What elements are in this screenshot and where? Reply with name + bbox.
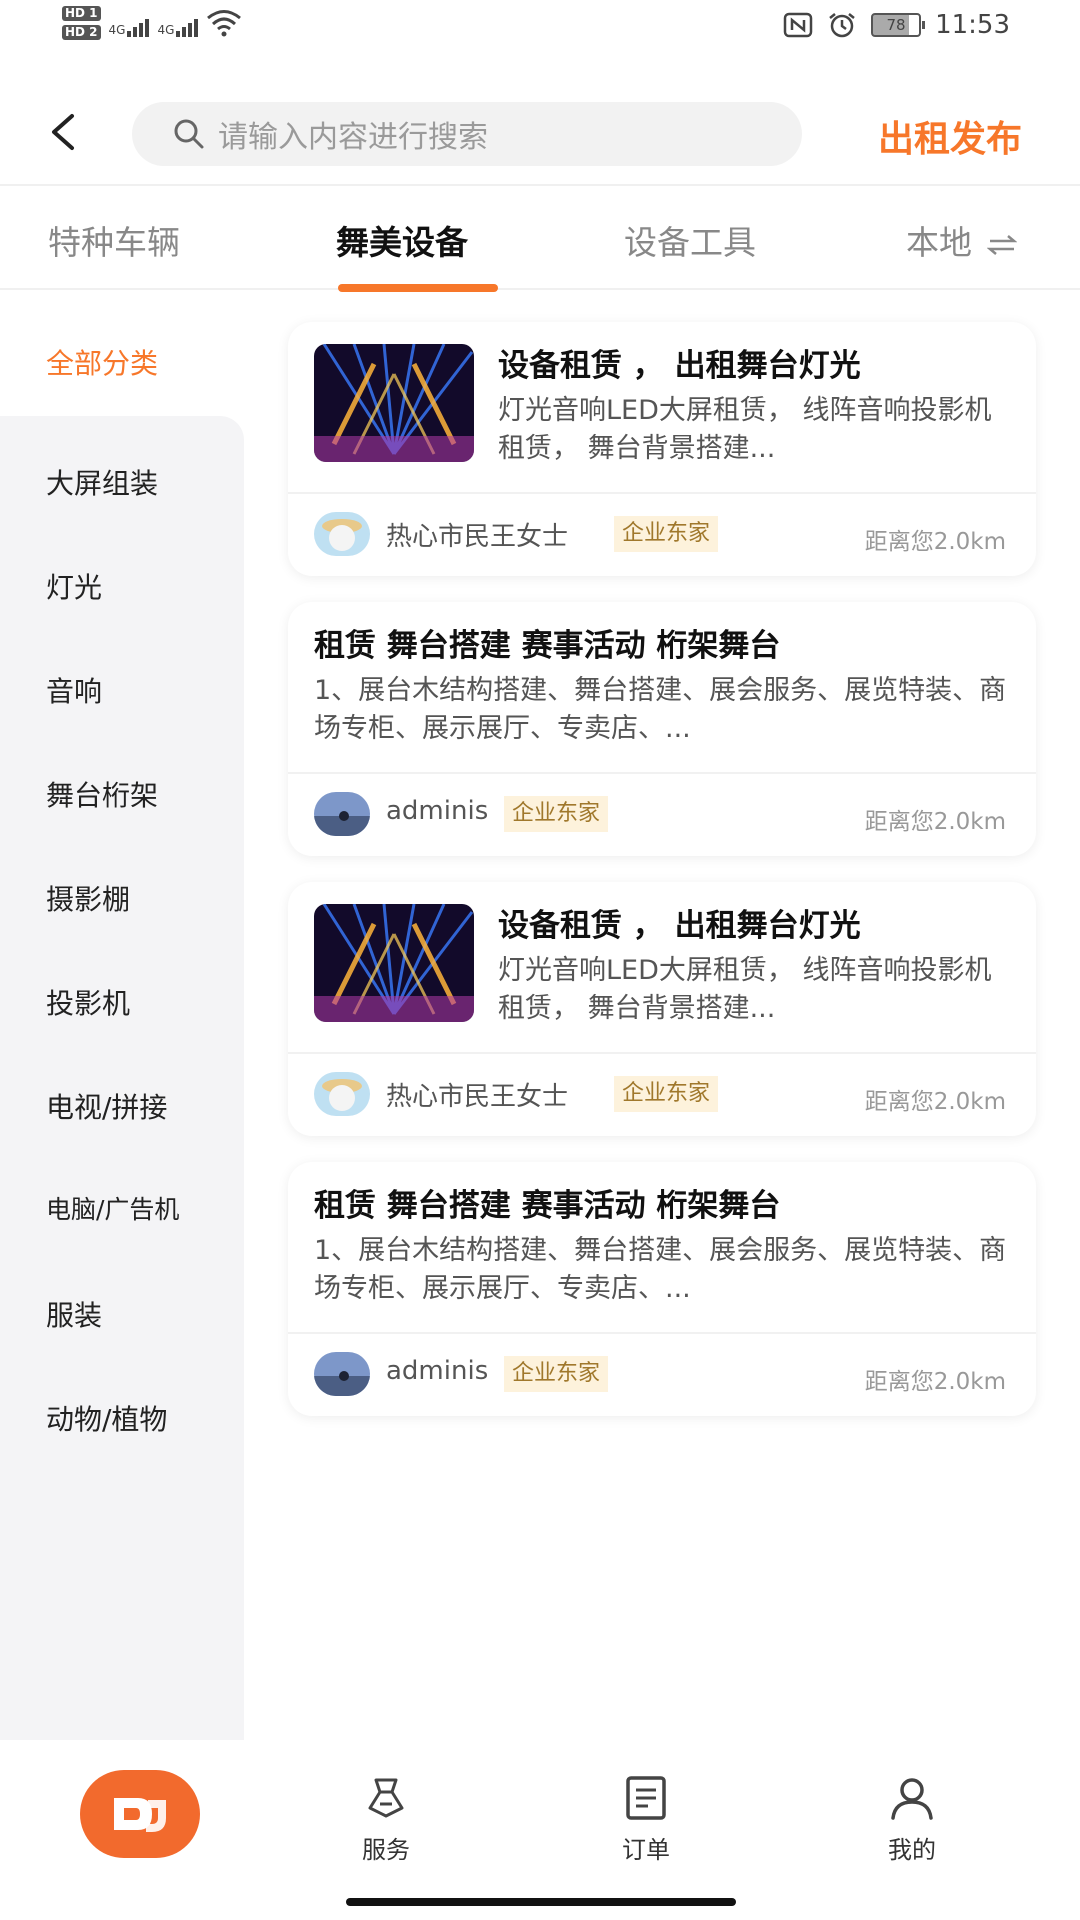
listing-user: adminis [386,796,489,826]
listing-title: 设备租赁 ， 出租舞台灯光 [498,348,861,384]
nfc-icon [783,12,813,38]
listing-title: 设备租赁 ， 出租舞台灯光 [498,908,861,944]
back-icon[interactable] [44,112,84,152]
nav-mine[interactable]: 我的 [852,1774,972,1865]
sidebar-item-lighting[interactable]: 灯光 [46,566,102,606]
search-input[interactable]: 请输入内容进行搜索 [132,102,802,166]
sidebar-list: 大屏组装 灯光 音响 舞台桁架 摄影棚 投影机 电视/拼接 电脑/广告机 服装 … [0,416,244,1740]
sidebar-item-all[interactable]: 全部分类 [46,342,158,382]
listing-thumbnail [314,904,474,1022]
listing-title: 租赁 舞台搭建 赛事活动 桁架舞台 [314,628,781,664]
hd-indicators: HD 1 HD 2 [62,6,101,40]
listing-title: 租赁 舞台搭建 赛事活动 桁架舞台 [314,1188,781,1224]
profile-icon [891,1778,933,1820]
net1-label: 4G [108,23,126,37]
nav-orders-label: 订单 [622,1836,670,1864]
tab-local-label: 本地 [906,223,972,262]
listing-distance: 距离您2.0km [864,809,1006,835]
enterprise-badge: 企业东家 [504,796,609,832]
signal-2-icon: 4G [157,9,199,37]
nav-service-label: 服务 [362,1836,410,1864]
listing-card[interactable]: 设备租赁 ， 出租舞台灯光 灯光音响LED大屏租赁， 线阵音响投影机租赁， 舞台… [288,322,1036,576]
sidebar-item-projector[interactable]: 投影机 [46,982,130,1022]
category-tabs: 特种车辆 舞美设备 设备工具 本地 [0,186,1080,290]
listing-description: 灯光音响LED大屏租赁， 线阵音响投影机租赁， 舞台背景搭建... [498,395,992,464]
avatar [314,1072,370,1116]
listing-user: 热心市民王女士 [386,1082,569,1112]
sidebar-item-computer-ad[interactable]: 电脑/广告机 [46,1190,179,1226]
header: 请输入内容进行搜索 出租发布 [0,100,1080,166]
home-logo-icon [114,1798,166,1832]
listing-user: 热心市民王女士 [386,522,569,552]
wifi-icon [207,10,242,37]
tab-stage-equipment[interactable]: 舞美设备 [336,216,468,264]
nav-mine-label: 我的 [888,1836,936,1864]
enterprise-badge: 企业东家 [504,1356,609,1392]
status-bar: HD 1 HD 2 4G 4G 78 11:53 [0,0,1080,62]
sidebar-item-audio[interactable]: 音响 [46,670,102,710]
publish-rental-button[interactable]: 出租发布 [878,110,1022,162]
sidebar-item-studio[interactable]: 摄影棚 [46,878,130,918]
swap-icon [986,234,1017,255]
listing-footer: adminis 企业东家 距离您2.0km [288,772,1036,856]
category-sidebar: 全部分类 大屏组装 灯光 音响 舞台桁架 摄影棚 投影机 电视/拼接 电脑/广告… [0,292,244,1740]
listing-footer: adminis 企业东家 距离您2.0km [288,1332,1036,1416]
sidebar-item-costume[interactable]: 服装 [46,1294,102,1334]
listing-description: 1、展台木结构搭建、舞台搭建、展会服务、展览特装、商场专柜、展示展厅、专卖店、.… [314,1235,1007,1304]
status-left: HD 1 HD 2 4G 4G [62,6,242,40]
nav-orders[interactable]: 订单 [586,1774,706,1865]
listing-user: adminis [386,1356,489,1386]
tab-special-vehicles[interactable]: 特种车辆 [48,216,180,264]
enterprise-badge: 企业东家 [614,516,719,552]
active-tab-indicator [338,284,498,292]
listing-card[interactable]: 设备租赁 ， 出租舞台灯光 灯光音响LED大屏租赁， 线阵音响投影机租赁， 舞台… [288,882,1036,1136]
search-icon [174,119,204,149]
home-button[interactable] [80,1770,200,1858]
tab-local[interactable]: 本地 [906,216,1017,264]
sidebar-all-wrap: 全部分类 [0,292,244,416]
sidebar-item-tv-splice[interactable]: 电视/拼接 [46,1086,167,1126]
bottom-nav: 服务 订单 我的 [0,1740,1080,1920]
hd2-badge: HD 2 [62,25,101,40]
listing-description: 1、展台木结构搭建、舞台搭建、展会服务、展览特装、商场专柜、展示展厅、专卖店、.… [314,675,1007,744]
clock: 11:53 [935,10,1010,40]
listing-distance: 距离您2.0km [864,1089,1006,1115]
listing-footer: 热心市民王女士 企业东家 距离您2.0km [288,492,1036,576]
listing-distance: 距离您2.0km [864,1369,1006,1395]
hd1-badge: HD 1 [62,6,101,21]
listing-distance: 距离您2.0km [864,529,1006,555]
listing-footer: 热心市民王女士 企业东家 距离您2.0km [288,1052,1036,1136]
enterprise-badge: 企业东家 [614,1076,719,1112]
listing-card[interactable]: 租赁 舞台搭建 赛事活动 桁架舞台 1、展台木结构搭建、舞台搭建、展会服务、展览… [288,602,1036,856]
battery-icon: 78 [871,13,926,37]
listing-description: 灯光音响LED大屏租赁， 线阵音响投影机租赁， 舞台背景搭建... [498,955,992,1024]
avatar [314,792,370,836]
net2-label: 4G [157,23,175,37]
sidebar-item-screen-assembly[interactable]: 大屏组装 [46,462,158,502]
search-placeholder: 请输入内容进行搜索 [218,120,488,155]
signal-1-icon: 4G [109,9,150,37]
sidebar-item-animal-plant[interactable]: 动物/植物 [46,1398,167,1438]
sidebar-item-stage-truss[interactable]: 舞台桁架 [46,774,158,814]
listing-thumbnail [314,344,474,462]
home-indicator [346,1898,736,1906]
avatar [314,1352,370,1396]
service-icon [368,1778,404,1818]
listing-card[interactable]: 租赁 舞台搭建 赛事活动 桁架舞台 1、展台木结构搭建、舞台搭建、展会服务、展览… [288,1162,1036,1416]
alarm-icon [829,13,855,38]
avatar [314,512,370,556]
tab-equipment-tools[interactable]: 设备工具 [624,216,756,264]
nav-service[interactable]: 服务 [326,1774,446,1865]
orders-icon [626,1776,666,1820]
status-right: 78 11:53 [783,10,1010,40]
